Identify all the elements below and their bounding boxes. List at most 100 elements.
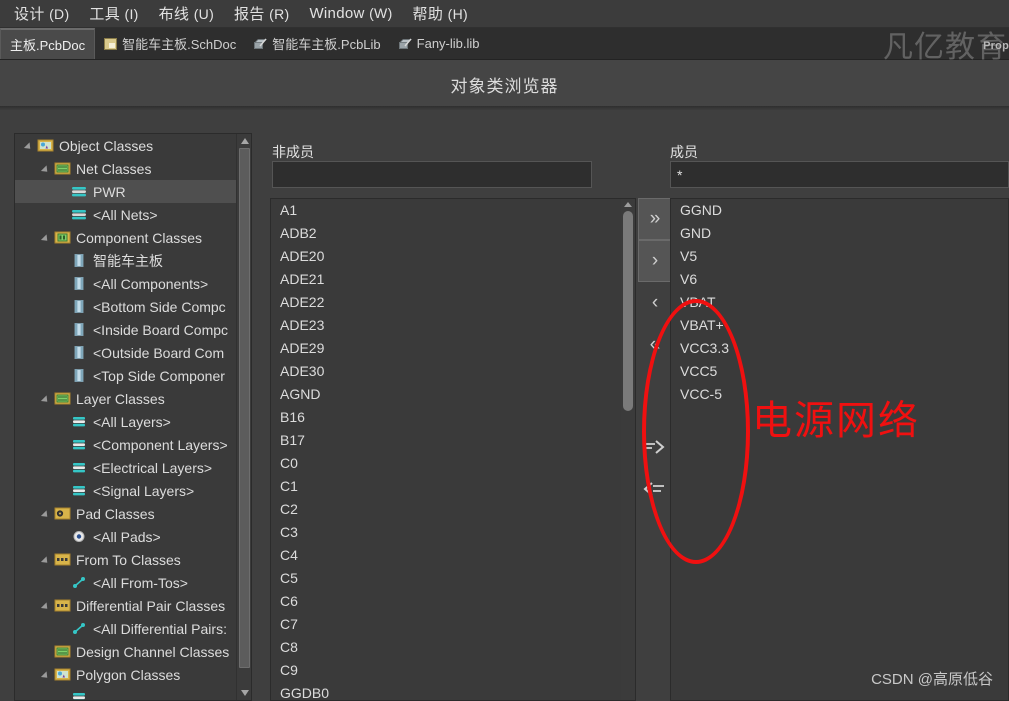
document-tab-lib[interactable]: Fany-lib.lib (390, 28, 489, 59)
non-member-list-item[interactable]: C9 (271, 659, 635, 682)
scroll-up-arrow-icon[interactable] (241, 138, 249, 144)
non-member-list-item[interactable]: C7 (271, 613, 635, 636)
non-members-scroll-thumb[interactable] (623, 211, 633, 411)
add-all-button[interactable]: » (638, 198, 672, 240)
remove-filtered-button[interactable] (638, 468, 672, 510)
expander-triangle-icon[interactable] (40, 548, 54, 571)
non-member-list-item[interactable]: ADE21 (271, 268, 635, 291)
non-member-list-item[interactable]: ADE23 (271, 314, 635, 337)
tree-item-bottom-side-compc[interactable]: <Bottom Side Compc (15, 295, 237, 318)
non-member-list-item[interactable]: GGDB0 (271, 682, 635, 700)
tree-item-object-classes[interactable]: Object Classes (15, 134, 237, 157)
tree-item-design-channel-classes[interactable]: Design Channel Classes (15, 640, 237, 663)
scroll-down-arrow-icon[interactable] (241, 690, 249, 696)
menu-item-design[interactable]: 设计 (D) (4, 1, 79, 26)
tree-item-[interactable]: 智能车主板 (15, 249, 237, 272)
document-tab-schdoc[interactable]: 智能车主板.SchDoc (95, 28, 245, 59)
tree-item-signal-layers[interactable]: <Signal Layers> (15, 479, 237, 502)
tree-item-pwr[interactable]: PWR (15, 180, 237, 203)
lines-chevron-right-icon (643, 439, 667, 455)
scroll-up-arrow-icon[interactable] (624, 202, 632, 207)
tree-item-outside-board-com[interactable]: <Outside Board Com (15, 341, 237, 364)
non-member-list-item[interactable]: B16 (271, 406, 635, 429)
object-class-browser-window: 设计 (D) 工具 (I) 布线 (U) 报告 (R) Window (W) 帮… (0, 0, 1009, 701)
tree-item-label: Layer Classes (76, 390, 165, 407)
add-filtered-button[interactable] (638, 426, 672, 468)
expander-triangle-icon[interactable] (23, 134, 37, 157)
tree-item-component-classes[interactable]: Component Classes (15, 226, 237, 249)
member-list-item[interactable]: VCC-5 (671, 383, 1008, 406)
expander-triangle-icon[interactable] (40, 594, 54, 617)
non-member-list-item[interactable]: B17 (271, 429, 635, 452)
member-list-item[interactable]: V5 (671, 245, 1008, 268)
tree-item-polygon-classes[interactable]: Polygon Classes (15, 663, 237, 686)
expander-triangle-icon[interactable] (40, 387, 54, 410)
non-member-list-item[interactable]: ADE29 (271, 337, 635, 360)
dialog-title-bar: 对象类浏览器 (0, 60, 1009, 110)
tree-item-top-side-componer[interactable]: <Top Side Componer (15, 364, 237, 387)
expander-triangle-icon[interactable] (40, 502, 54, 525)
tree-item-pad-classes[interactable]: Pad Classes (15, 502, 237, 525)
non-member-list-item[interactable]: ADB2 (271, 222, 635, 245)
member-list-item[interactable]: VCC3.3 (671, 337, 1008, 360)
tree-vertical-scrollbar[interactable] (236, 134, 251, 700)
add-button[interactable]: › (638, 240, 672, 282)
member-list-item[interactable]: GGND (671, 199, 1008, 222)
tree-item-all-layers[interactable]: <All Layers> (15, 410, 237, 433)
tree-item-from-to-classes[interactable]: From To Classes (15, 548, 237, 571)
menu-item-help[interactable]: 帮助 (H) (403, 1, 478, 26)
member-list-item[interactable]: VCC5 (671, 360, 1008, 383)
tree-item-component-layers[interactable]: <Component Layers> (15, 433, 237, 456)
tree-item-label: Component Classes (76, 229, 203, 246)
tree-item-inside-board-compc[interactable]: <Inside Board Compc (15, 318, 237, 341)
menu-item-reports[interactable]: 报告 (R) (224, 1, 299, 26)
expander-triangle-icon[interactable] (40, 226, 54, 249)
non-member-list-item[interactable]: C2 (271, 498, 635, 521)
member-list-item[interactable]: VBAT (671, 291, 1008, 314)
menu-item-tools[interactable]: 工具 (I) (79, 1, 148, 26)
non-members-list[interactable]: A1 ADB2 ADE20 ADE21 ADE22 ADE23 ADE29 ADE30 AGND… (270, 198, 636, 701)
tree-item-net-classes[interactable]: Net Classes (15, 157, 237, 180)
menu-bar: 设计 (D) 工具 (I) 布线 (U) 报告 (R) Window (W) 帮… (0, 0, 1009, 28)
expander-triangle-icon[interactable] (40, 663, 54, 686)
tree-item-differential-pair-classes[interactable]: Differential Pair Classes (15, 594, 237, 617)
non-member-list-item[interactable]: C5 (271, 567, 635, 590)
non-members-filter-input[interactable] (272, 161, 592, 188)
non-member-list-item[interactable]: A1 (271, 199, 635, 222)
non-member-list-item[interactable]: ADE30 (271, 360, 635, 383)
non-member-list-item[interactable]: C8 (271, 636, 635, 659)
non-member-list-item[interactable]: C1 (271, 475, 635, 498)
non-members-scrollbar[interactable] (621, 199, 635, 700)
non-member-list-item[interactable]: ADE22 (271, 291, 635, 314)
document-tab-pcblib-label: 智能车主板.PcbLib (272, 37, 381, 52)
members-list[interactable]: GGND GND V5 V6 VBAT VBAT+ VCC3.3 VCC5 VCC-5 (670, 198, 1009, 701)
document-tab-pcblib[interactable]: 智能车主板.PcbLib (245, 28, 389, 59)
tree-scroll-thumb[interactable] (239, 148, 250, 668)
remove-button[interactable]: ‹ (638, 282, 672, 324)
non-member-list-item[interactable]: C4 (271, 544, 635, 567)
member-list-item[interactable]: GND (671, 222, 1008, 245)
tree-item-layer-classes[interactable]: Layer Classes (15, 387, 237, 410)
chevron-right-icon: › (651, 250, 659, 271)
member-list-item[interactable]: V6 (671, 268, 1008, 291)
tree-item-electrical-layers[interactable]: <Electrical Layers> (15, 456, 237, 479)
non-member-list-item[interactable]: C6 (271, 590, 635, 613)
object-classes-tree[interactable]: Object Classes Net Classes PWR <All Nets> Co… (14, 133, 252, 701)
expander-triangle-icon[interactable] (40, 157, 54, 180)
tree-item-row-24[interactable] (15, 686, 237, 700)
document-tab-pcbdoc[interactable]: 主板.PcbDoc (0, 28, 96, 59)
non-member-list-item[interactable]: C0 (271, 452, 635, 475)
remove-all-button[interactable]: « (638, 324, 672, 366)
member-list-item[interactable]: VBAT+ (671, 314, 1008, 337)
members-filter-input[interactable] (670, 161, 1009, 188)
menu-item-route[interactable]: 布线 (U) (149, 1, 224, 26)
non-member-list-item[interactable]: AGND (271, 383, 635, 406)
non-member-list-item[interactable]: ADE20 (271, 245, 635, 268)
non-member-list-item[interactable]: C3 (271, 521, 635, 544)
tree-item-all-differential-pairs[interactable]: <All Differential Pairs: (15, 617, 237, 640)
tree-item-all-pads[interactable]: <All Pads> (15, 525, 237, 548)
tree-item-all-from-tos[interactable]: <All From-Tos> (15, 571, 237, 594)
tree-item-all-nets[interactable]: <All Nets> (15, 203, 237, 226)
menu-item-window[interactable]: Window (W) (299, 3, 402, 24)
tree-item-all-components[interactable]: <All Components> (15, 272, 237, 295)
